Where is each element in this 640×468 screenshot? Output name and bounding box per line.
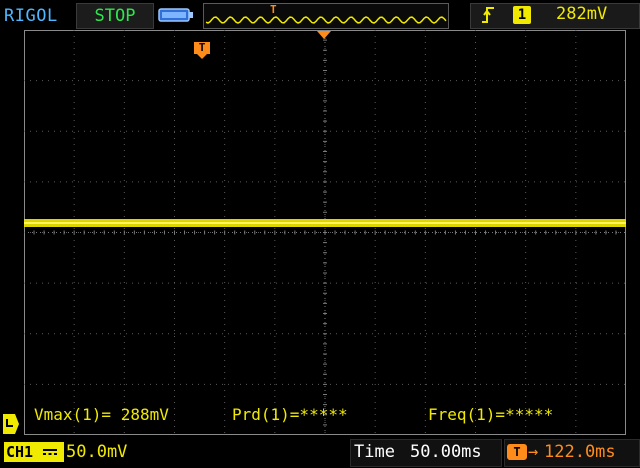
trigger-level: 282mV [556,4,608,24]
dc-coupling-icon [40,445,60,459]
trigger-position-marker[interactable]: T [194,42,210,60]
trigger-offset-badge: T [507,444,527,460]
memory-trigger-marker: T [270,4,277,16]
graticule [24,30,626,435]
volts-per-division: 50.0mV [66,442,128,462]
trigger-position-tip [197,54,207,59]
timebase-value: 50.00ms [410,442,482,462]
trigger-position-label: T [194,42,210,54]
horizontal-center-marker [317,31,331,39]
measurement-vmax: Vmax(1)= 288mV [34,405,169,424]
memory-overview-bar[interactable]: T [203,3,449,29]
timebase-label: Time [354,442,395,462]
trigger-offset-value: 122.0ms [544,442,616,462]
brand-logo: RIGOL [4,6,58,26]
usb-storage-icon [158,8,193,22]
waveform-display[interactable] [24,30,626,435]
memory-wave-preview: T [205,3,447,24]
channel-ground-icon[interactable] [2,413,20,435]
measurement-period: Prd(1)=***** [232,405,348,424]
measurement-frequency: Freq(1)=***** [428,405,554,424]
rising-edge-icon [482,7,494,23]
trigger-offset-arrow-icon: → [528,442,539,462]
run-stop-status[interactable]: STOP [76,3,154,29]
trigger-source-badge: 1 [513,6,531,24]
